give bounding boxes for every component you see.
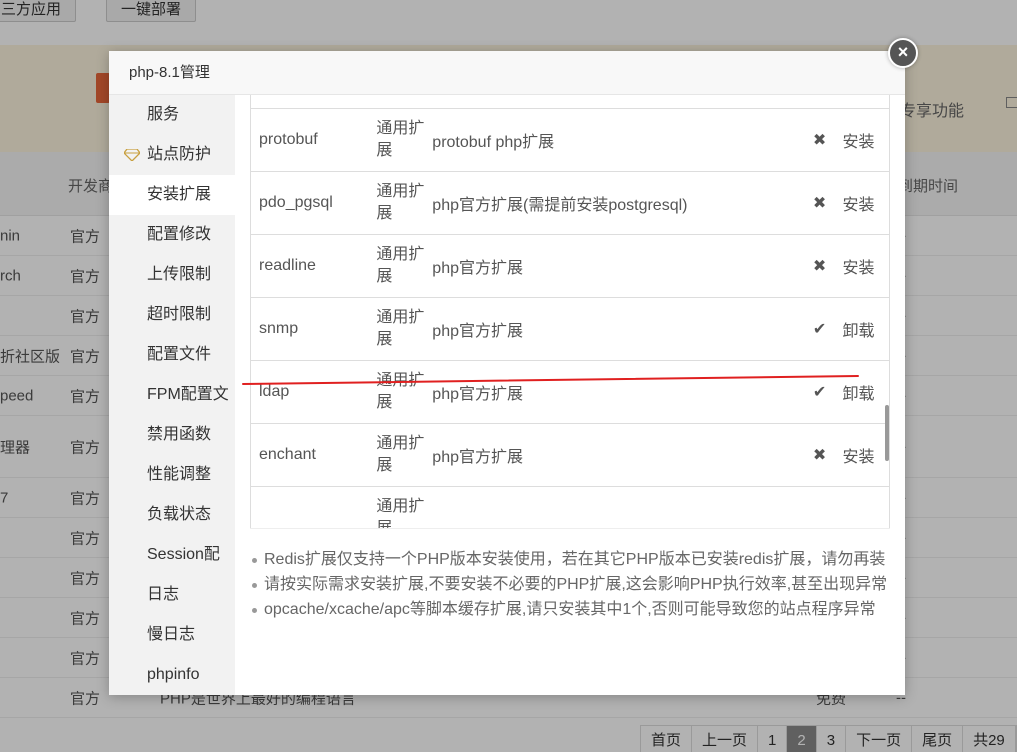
php-manage-dialog: php-8.1管理 × 服务 站点防护 安装扩展 配置修改 上传限制 超时限制 … — [109, 38, 918, 695]
cross-icon: ✖ — [796, 95, 843, 109]
cross-icon: ✖ — [796, 171, 843, 235]
extension-description — [432, 486, 797, 528]
extension-type: 通用扩展 — [368, 171, 433, 235]
table-row: pdo_pgsql 通用扩展 php官方扩展(需提前安装postgresql) ✖ 安装 — [250, 171, 890, 235]
uninstall-link[interactable]: 卸载 — [842, 297, 890, 361]
extension-type: 通用扩展 — [368, 108, 433, 172]
sidebar-item-load-status[interactable]: 负载状态 — [109, 495, 235, 535]
install-link[interactable]: 安装 — [842, 108, 890, 172]
extensions-table-viewport[interactable]: xhprof通用扩展php性能分析扩展✖安装protobuf通用扩展protob… — [250, 95, 890, 529]
extension-type: 通用扩展 — [368, 234, 433, 298]
extension-name: pdo_pgsql — [250, 171, 369, 235]
install-link[interactable] — [842, 486, 890, 528]
note-item: 请按实际需求安装扩展,不要安装不必要的PHP扩展,这会影响PHP执行效率,甚至出… — [250, 572, 900, 597]
extension-name: xhprof — [250, 95, 369, 109]
extension-name: protobuf — [250, 108, 369, 172]
sidebar-item-service[interactable]: 服务 — [109, 95, 235, 135]
extensions-table: xhprof通用扩展php性能分析扩展✖安装protobuf通用扩展protob… — [250, 95, 890, 528]
extension-description: protobuf php扩展 — [432, 108, 797, 172]
extension-name — [250, 486, 369, 528]
check-icon: ✔ — [796, 297, 843, 361]
table-row: readline 通用扩展 php官方扩展 ✖ 安装 — [250, 234, 890, 298]
table-scrollbar[interactable] — [885, 405, 889, 461]
extension-type: 通用扩展 — [368, 360, 433, 424]
sidebar-item-disabled-functions[interactable]: 禁用函数 — [109, 415, 235, 455]
extension-name: snmp — [250, 297, 369, 361]
table-row: snmp 通用扩展 php官方扩展 ✔ 卸载 — [250, 297, 890, 361]
extension-type: 通用扩展 — [368, 423, 433, 487]
sidebar-item-session-config[interactable]: Session配 — [109, 535, 235, 575]
table-row: ldap 通用扩展 php官方扩展 ✔ 卸载 — [250, 360, 890, 424]
uninstall-link[interactable]: 卸载 — [842, 360, 890, 424]
install-link[interactable]: 安装 — [842, 95, 890, 109]
check-icon: ✔ — [796, 360, 843, 424]
table-row: 通用扩展 — [250, 486, 890, 528]
dialog-title: php-8.1管理 — [109, 51, 905, 95]
extension-type: 通用扩展 — [368, 297, 433, 361]
sidebar-item-slow-log[interactable]: 慢日志 — [109, 615, 235, 655]
close-icon[interactable]: × — [888, 38, 918, 68]
extension-name: ldap — [250, 360, 369, 424]
cross-icon: ✖ — [796, 234, 843, 298]
sidebar-item-config-file[interactable]: 配置文件 — [109, 335, 235, 375]
extension-type: 通用扩展 — [368, 486, 433, 528]
extension-description: php官方扩展 — [432, 297, 797, 361]
sidebar-item-site-protection[interactable]: 站点防护 — [109, 135, 235, 175]
extension-type: 通用扩展 — [368, 95, 433, 109]
table-row: enchant 通用扩展 php官方扩展 ✖ 安装 — [250, 423, 890, 487]
extension-name: readline — [250, 234, 369, 298]
extension-name: enchant — [250, 423, 369, 487]
sidebar-item-upload-limit[interactable]: 上传限制 — [109, 255, 235, 295]
sidebar-item-config-edit[interactable]: 配置修改 — [109, 215, 235, 255]
extension-description: php官方扩展 — [432, 234, 797, 298]
install-link[interactable]: 安装 — [842, 423, 890, 487]
extension-description: php官方扩展 — [432, 360, 797, 424]
cross-icon: ✖ — [796, 108, 843, 172]
dialog-sidebar: 服务 站点防护 安装扩展 配置修改 上传限制 超时限制 配置文件 FPM配置文 … — [109, 95, 235, 695]
extensions-panel: xhprof通用扩展php性能分析扩展✖安装protobuf通用扩展protob… — [235, 95, 905, 695]
sidebar-item-log[interactable]: 日志 — [109, 575, 235, 615]
diamond-icon — [124, 149, 140, 161]
sidebar-item-fpm-config[interactable]: FPM配置文 — [109, 375, 235, 415]
sidebar-item-performance[interactable]: 性能调整 — [109, 455, 235, 495]
extension-description: php官方扩展 — [432, 423, 797, 487]
extension-description: php官方扩展(需提前安装postgresql) — [432, 171, 797, 235]
notes-list: Redis扩展仅支持一个PHP版本安装使用，若在其它PHP版本已安装redis扩… — [250, 547, 900, 622]
note-item: Redis扩展仅支持一个PHP版本安装使用，若在其它PHP版本已安装redis扩… — [250, 547, 900, 572]
install-link[interactable]: 安装 — [842, 234, 890, 298]
table-row: protobuf 通用扩展 protobuf php扩展 ✖ 安装 — [250, 108, 890, 172]
note-item: opcache/xcache/apc等脚本缓存扩展,请只安装其中1个,否则可能导… — [250, 597, 900, 622]
sidebar-item-install-extensions[interactable]: 安装扩展 — [109, 175, 235, 215]
sidebar-item-timeout-limit[interactable]: 超时限制 — [109, 295, 235, 335]
table-row: xhprof通用扩展php性能分析扩展✖安装 — [250, 95, 890, 109]
extension-description: php性能分析扩展 — [432, 95, 797, 109]
cross-icon — [796, 486, 843, 528]
cross-icon: ✖ — [796, 423, 843, 487]
sidebar-item-phpinfo[interactable]: phpinfo — [109, 655, 235, 695]
sidebar-item-label: 站点防护 — [147, 146, 212, 163]
install-link[interactable]: 安装 — [842, 171, 890, 235]
